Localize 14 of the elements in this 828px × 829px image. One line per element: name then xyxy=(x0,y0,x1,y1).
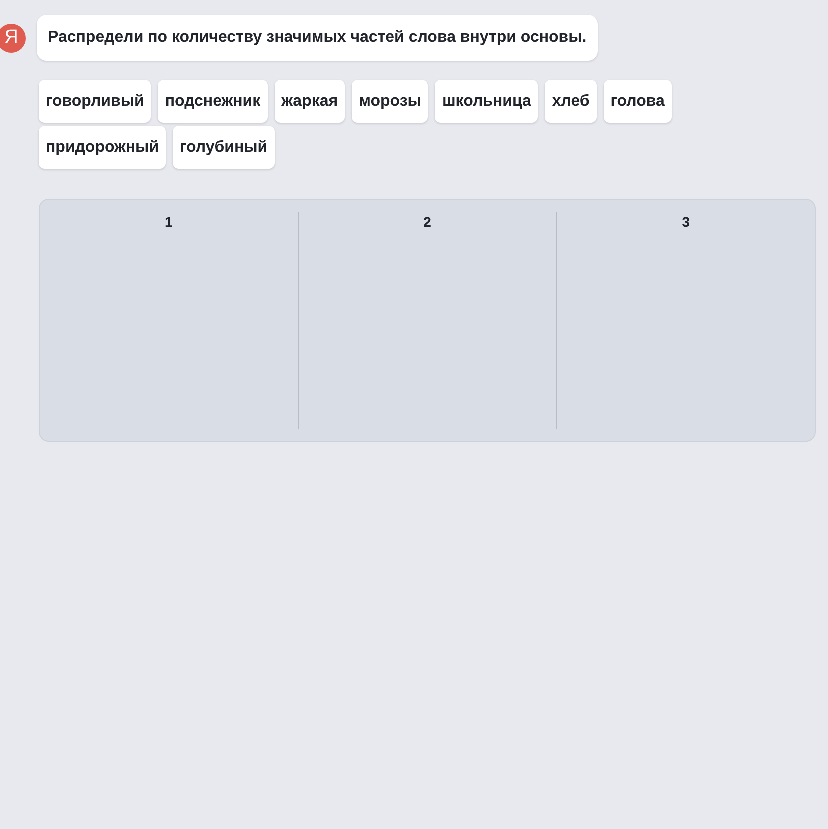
word-chip[interactable]: морозы xyxy=(352,80,428,123)
word-chip[interactable]: хлеб xyxy=(545,80,597,123)
word-chip[interactable]: школьница xyxy=(435,80,538,123)
column-heading: 1 xyxy=(164,213,173,232)
word-chip[interactable]: подснежник xyxy=(158,80,268,123)
word-chip[interactable]: голубиный xyxy=(173,126,275,169)
word-chip[interactable]: жаркая xyxy=(274,80,346,123)
column-heading: 2 xyxy=(424,213,432,232)
word-chip[interactable]: говорливый xyxy=(39,80,152,123)
word-chip[interactable]: голова xyxy=(604,80,672,123)
column-heading: 3 xyxy=(682,213,690,232)
word-chip[interactable]: придорожный xyxy=(39,126,166,169)
prompt-text: Распредели по количеству значимых частей слова внутри основы. xyxy=(37,15,598,61)
avatar: Я xyxy=(0,24,26,52)
